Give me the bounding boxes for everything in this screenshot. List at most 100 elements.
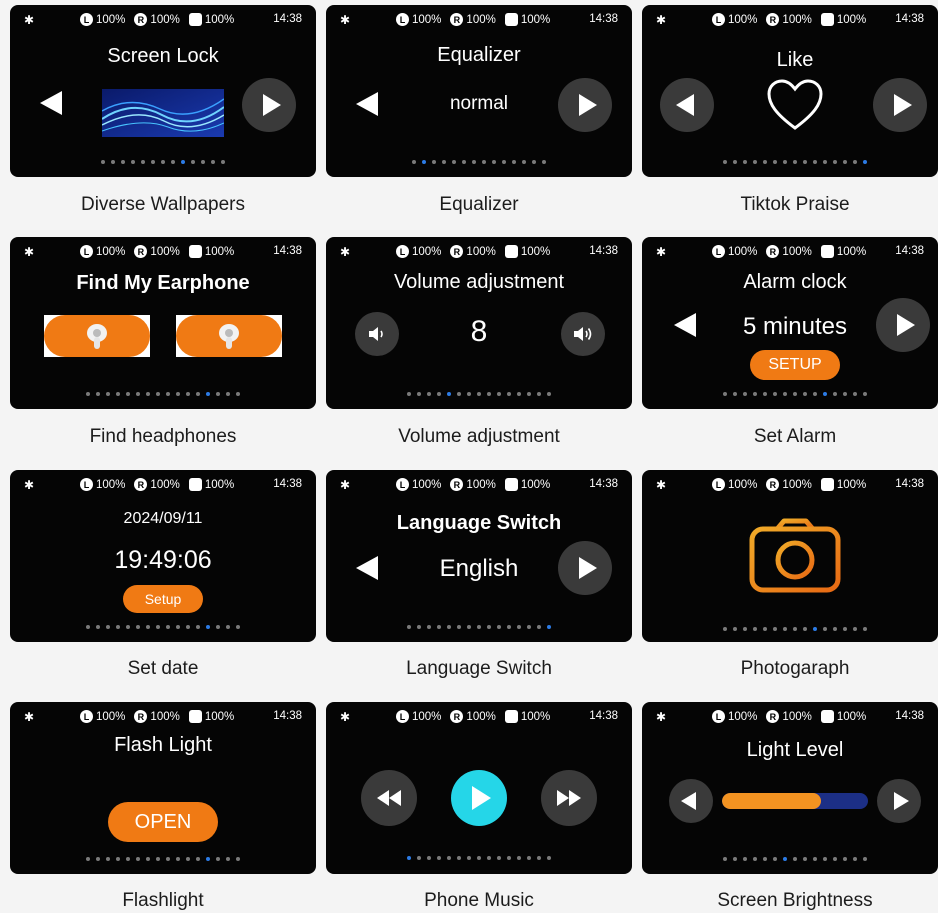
bluetooth-icon: ✱ (656, 245, 667, 259)
camera-icon[interactable] (748, 518, 842, 594)
play-arrow-icon (578, 94, 597, 116)
right-earbud-icon: R (766, 478, 780, 491)
back-arrow-icon (675, 94, 694, 116)
time-text: 19:49:06 (114, 546, 212, 574)
screen-title: Alarm clock (743, 271, 847, 293)
screen-title: Flash Light (114, 734, 212, 756)
card-caption: Volume adjustment (398, 426, 560, 447)
right-earbud-icon: R (134, 13, 148, 26)
next-button[interactable] (558, 78, 612, 132)
left-earbud-icon: L (80, 13, 93, 26)
clock-text: 14:38 (273, 710, 302, 722)
left-earbud-icon: L (396, 13, 409, 26)
case-battery-text: 100% (520, 13, 551, 26)
left-battery-text: 100% (96, 245, 126, 258)
case-battery-text: 100% (520, 710, 551, 723)
clock-text: 14:38 (895, 13, 924, 25)
prev-button[interactable] (660, 78, 714, 132)
device-screen: ✱ L 100% R 100% 100% 14:38 Volume adjust… (326, 237, 632, 409)
clock-text: 14:38 (273, 478, 302, 490)
device-screen: ✱ L 100% R 100% 100% 14:38 (326, 702, 632, 874)
brightness-down-button[interactable] (669, 779, 713, 823)
case-icon (504, 478, 518, 491)
right-battery-text: 100% (466, 245, 496, 258)
card-caption: Photogaraph (740, 658, 850, 679)
right-battery-text: 100% (782, 245, 812, 258)
page-indicator (10, 160, 316, 164)
setup-button[interactable]: Setup (123, 585, 203, 613)
back-arrow-icon (681, 792, 696, 810)
next-button[interactable] (876, 298, 930, 352)
play-button[interactable] (451, 770, 507, 826)
right-earbud-icon: R (450, 245, 464, 258)
volume-up-button[interactable] (561, 312, 605, 356)
bluetooth-icon: ✱ (24, 478, 35, 492)
page-indicator (642, 160, 938, 164)
case-battery-text: 100% (836, 245, 867, 258)
page-indicator (326, 625, 632, 629)
device-screen: ✱ L 100% R 100% 100% 14:38 Find My Earph… (10, 237, 316, 409)
card-caption: Language Switch (406, 658, 552, 679)
prev-arrow-icon[interactable] (40, 91, 62, 115)
right-earbud-icon: R (134, 478, 148, 491)
screen-title: Like (776, 49, 814, 71)
case-battery-text: 100% (204, 478, 235, 491)
rewind-button[interactable] (361, 770, 417, 826)
heart-icon[interactable] (766, 78, 824, 132)
card-caption: Tiktok Praise (740, 194, 850, 215)
rewind-icon (377, 790, 401, 806)
left-earbud-icon: L (712, 478, 725, 491)
card-caption: Set date (127, 658, 199, 679)
left-battery-text: 100% (412, 245, 442, 258)
bluetooth-icon: ✱ (340, 245, 351, 259)
right-battery-text: 100% (782, 710, 812, 723)
left-battery-text: 100% (412, 710, 442, 723)
card-caption: Diverse Wallpapers (80, 194, 245, 215)
right-earphone-button[interactable] (176, 315, 282, 357)
case-icon (188, 245, 202, 258)
screen-title: Volume adjustment (393, 271, 565, 293)
brightness-slider[interactable] (722, 793, 868, 809)
case-icon (188, 710, 202, 723)
case-battery-text: 100% (836, 710, 867, 723)
setup-button[interactable]: SETUP (750, 350, 840, 380)
right-earbud-icon: R (450, 710, 464, 723)
status-bar: ✱ L 100% R 100% 100% 14:38 (642, 710, 938, 726)
clock-text: 14:38 (589, 245, 618, 257)
left-earbud-icon: L (396, 245, 409, 258)
clock-text: 14:38 (589, 13, 618, 25)
next-button[interactable] (558, 541, 612, 595)
screen-title: Light Level (746, 739, 844, 761)
card-caption: Screen Brightness (717, 890, 873, 911)
case-icon (820, 478, 834, 491)
clock-text: 14:38 (895, 478, 924, 490)
right-battery-text: 100% (466, 478, 496, 491)
right-battery-text: 100% (782, 478, 812, 491)
case-icon (820, 710, 834, 723)
device-screen: ✱ L 100% R 100% 100% 14:38 2024/09/11 19… (10, 470, 316, 642)
clock-text: 14:38 (895, 245, 924, 257)
brightness-up-button[interactable] (877, 779, 921, 823)
left-earbud-icon: L (80, 710, 93, 723)
earphone-icon (87, 324, 107, 349)
next-button[interactable] (242, 78, 296, 132)
bluetooth-icon: ✱ (24, 710, 35, 724)
case-battery-text: 100% (520, 478, 551, 491)
clock-text: 14:38 (895, 710, 924, 722)
open-button[interactable]: OPEN (108, 802, 218, 842)
right-earbud-icon: R (766, 245, 780, 258)
bluetooth-icon: ✱ (24, 245, 35, 259)
card-caption: Equalizer (439, 194, 519, 215)
left-battery-text: 100% (412, 478, 442, 491)
card-caption: Flashlight (122, 890, 204, 911)
left-earphone-button[interactable] (44, 315, 150, 357)
screen-title: Find My Earphone (76, 272, 250, 294)
left-battery-text: 100% (728, 245, 758, 258)
play-arrow-icon (893, 94, 912, 116)
clock-text: 14:38 (273, 13, 302, 25)
device-screen: ✱ L 100% R 100% 100% 14:38 Alarm clock 5… (642, 237, 938, 409)
bluetooth-icon: ✱ (656, 478, 667, 492)
next-button[interactable] (873, 78, 927, 132)
fast-forward-button[interactable] (541, 770, 597, 826)
wallpaper-thumbnail (102, 89, 224, 137)
